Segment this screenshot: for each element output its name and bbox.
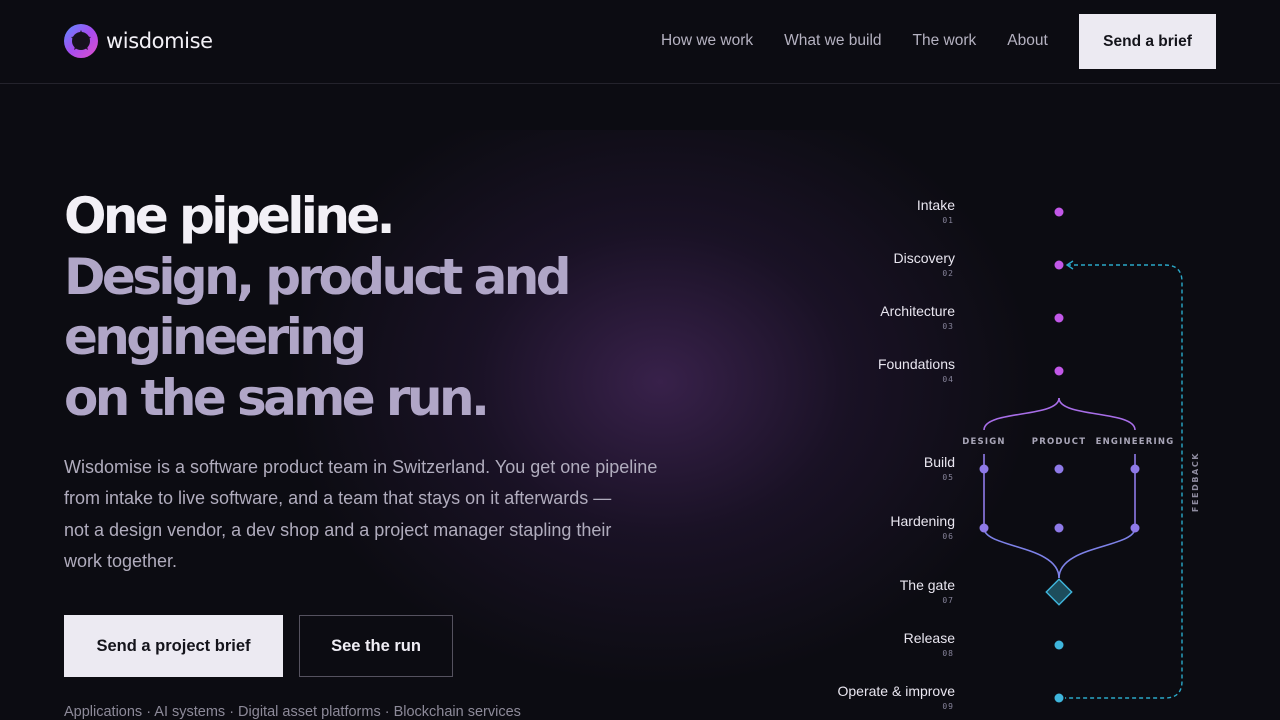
send-brief-button[interactable]: Send a brief <box>1079 14 1216 69</box>
stage-number: 04 <box>942 375 954 384</box>
brand-name: wisdomise <box>106 29 213 53</box>
stage-number: 07 <box>942 596 954 605</box>
pipeline-lines <box>983 212 1183 699</box>
nav-what-we-build[interactable]: What we build <box>784 32 881 50</box>
headline-line-4: on the same run. <box>64 368 490 427</box>
gate-diamond-icon <box>1045 578 1073 606</box>
nav-the-work[interactable]: The work <box>913 32 977 50</box>
lead-line: Wisdomise is a software product team in … <box>64 457 658 477</box>
lead-line: from intake to live software, and a team… <box>64 488 612 509</box>
stage-name: Release <box>904 630 956 646</box>
pipeline-node <box>1054 207 1064 217</box>
pipeline-node <box>1054 464 1064 474</box>
site-header: wisdomise How we work What we build The … <box>0 0 1280 84</box>
pipeline-node-engineering <box>1130 523 1140 533</box>
send-project-brief-button[interactable]: Send a project brief <box>64 615 283 677</box>
pipeline-node <box>1054 366 1064 376</box>
headline-line-2: Design, product and <box>64 247 572 306</box>
pipeline-node <box>1054 313 1064 323</box>
stage-name: Operate & improve <box>838 683 956 699</box>
stage-name: Intake <box>917 197 955 213</box>
merge-curve-left <box>983 527 1060 579</box>
pipeline-node-design <box>979 523 989 533</box>
pipeline-node-design <box>979 464 989 474</box>
stage-name: The gate <box>900 577 955 593</box>
stage-name: Build <box>924 454 955 470</box>
brand-logo[interactable]: wisdomise <box>64 24 213 58</box>
stage-name: Architecture <box>880 303 955 319</box>
split-curve-left <box>983 397 1060 431</box>
pipeline-labels: Intake 01 Discovery 02 Architecture 03 Foundat… <box>838 197 1201 711</box>
stage-name: Foundations <box>878 356 955 372</box>
feedback-loop <box>1065 264 1183 699</box>
stage-number: 02 <box>942 269 954 278</box>
stage-number: 09 <box>942 702 954 711</box>
merge-curve-right <box>1058 527 1136 579</box>
pipeline-node <box>1054 523 1064 533</box>
stage-name: Discovery <box>894 250 955 266</box>
pipeline-node <box>1054 693 1064 703</box>
pipeline-node-engineering <box>1130 464 1140 474</box>
stage-number: 03 <box>942 322 954 331</box>
split-curve-right <box>1058 397 1136 431</box>
pipeline-diagram: Intake 01 Discovery 02 Architecture 03 Foundat… <box>838 197 1201 711</box>
nav-about[interactable]: About <box>1007 32 1048 50</box>
stage-name: Hardening <box>890 513 955 529</box>
track-label: DESIGN <box>962 437 1005 447</box>
track-label: ENGINEERING <box>1096 437 1175 447</box>
wisdomise-logo-icon <box>64 24 98 58</box>
lead-line: work together. <box>64 550 178 571</box>
stage-number: 05 <box>942 473 954 482</box>
hero-headline: One pipeline. Design, product and engine… <box>64 186 572 428</box>
pipeline-node <box>1054 640 1064 650</box>
nav-how-we-work[interactable]: How we work <box>661 32 753 50</box>
feedback-label: FEEDBACK <box>1191 452 1200 512</box>
lead-line: not a design vendor, a dev shop and a pr… <box>64 519 612 540</box>
stage-number: 06 <box>942 532 954 541</box>
headline-line-1: One pipeline. <box>64 187 396 245</box>
stage-number: 01 <box>942 216 954 225</box>
pipeline-node <box>1054 260 1064 270</box>
hero-lead: Wisdomise is a software product team in … <box>64 452 724 577</box>
main-nav: How we work What we build The work About <box>661 32 1079 50</box>
stage-number: 08 <box>942 649 954 658</box>
see-the-run-button[interactable]: See the run <box>299 615 453 677</box>
headline-line-3: engineering <box>64 308 367 366</box>
track-label: PRODUCT <box>1032 437 1086 447</box>
services-list: Applications · AI systems · Digital asse… <box>64 704 521 720</box>
